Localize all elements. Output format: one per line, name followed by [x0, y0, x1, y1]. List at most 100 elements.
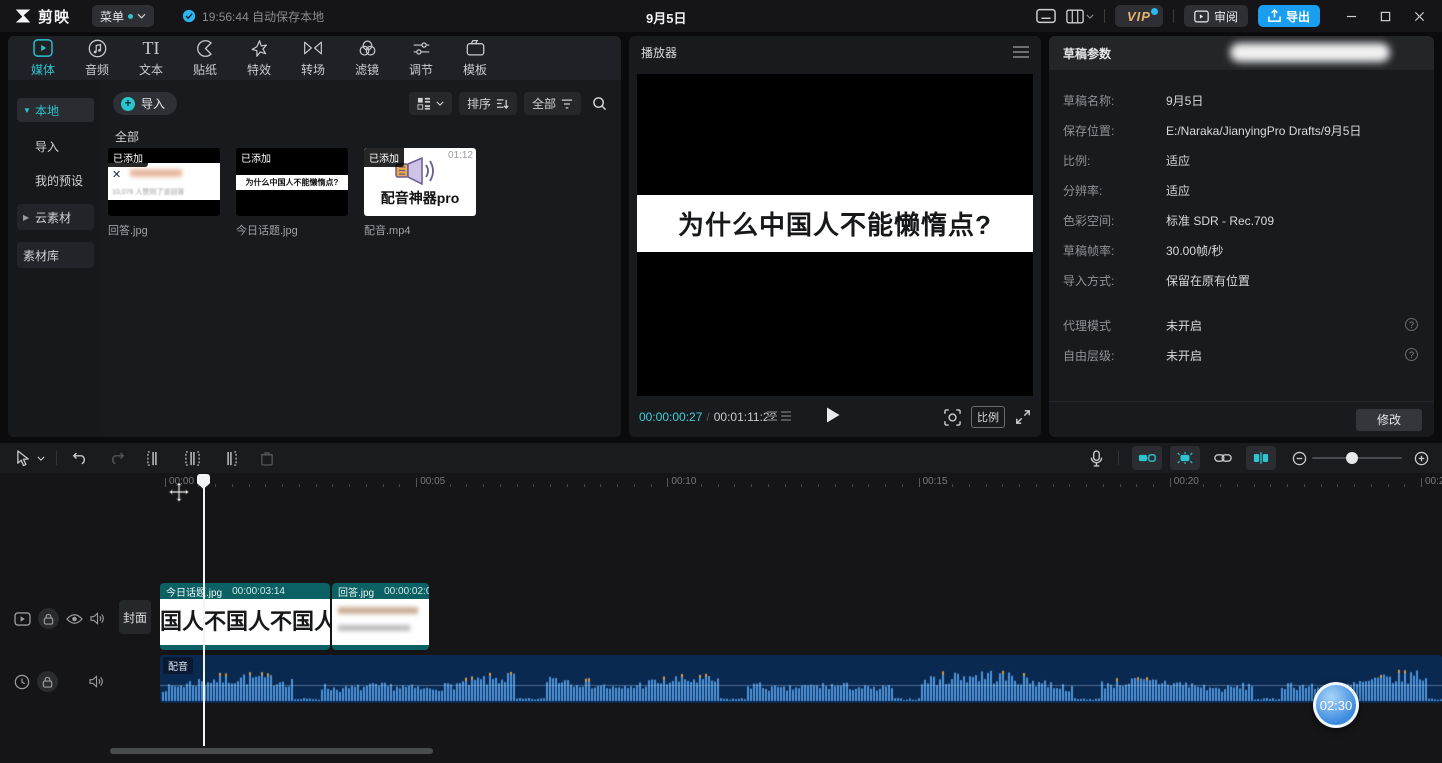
tab-filter[interactable]: 滤镜: [340, 36, 394, 80]
audio-waveform: [160, 655, 1442, 703]
import-button[interactable]: + 导入: [113, 92, 177, 115]
timeline-audio-clip[interactable]: 配音: [160, 655, 1442, 703]
caption-list-icon[interactable]: [767, 410, 791, 424]
media-thumbnail[interactable]: 已添加 为什么中国人不能懒惰点?: [236, 148, 348, 216]
video-preview[interactable]: 为什么中国人不能懒惰点?: [637, 74, 1033, 396]
timeline-clip-topic[interactable]: 今日话题.jpg 00:00:03:14 国人不国人不国人不国人不: [160, 583, 330, 650]
ruler-time-label: 00:15: [923, 476, 948, 487]
sidebar-item-library[interactable]: 素材库: [17, 242, 94, 268]
sticker-icon: [196, 38, 215, 58]
layout-switch-icon[interactable]: [1066, 9, 1094, 24]
auto-snap-button[interactable]: [1170, 446, 1200, 470]
ruler-minor-tick: [316, 484, 317, 487]
review-button[interactable]: 审阅: [1184, 5, 1248, 27]
frame-preview-icon[interactable]: [944, 409, 961, 426]
tab-transition[interactable]: 转场: [286, 36, 340, 80]
tab-audio[interactable]: 音频: [70, 36, 124, 80]
cover-button[interactable]: 封面: [119, 600, 151, 634]
chevron-down-icon: [137, 13, 146, 19]
playhead-line[interactable]: [203, 474, 205, 746]
menu-button[interactable]: 菜单: [92, 5, 154, 27]
delete-button[interactable]: [255, 446, 279, 470]
undo-button[interactable]: [68, 446, 92, 470]
timeline-section: 00:0000:0500:1000:1500:2000:25 封面 今日话题.j…: [0, 443, 1442, 763]
tab-sticker[interactable]: 贴纸: [178, 36, 232, 80]
fullscreen-icon[interactable]: [1015, 409, 1031, 425]
split-right-button[interactable]: [217, 446, 241, 470]
jianying-logo-icon: [14, 8, 32, 24]
added-badge: 已添加: [236, 148, 276, 167]
tab-text[interactable]: TI 文本: [124, 36, 178, 80]
ruler-minor-tick: [835, 484, 836, 487]
play-button[interactable]: [825, 406, 841, 424]
sidebar-item-cloud[interactable]: ▶ 云素材: [17, 204, 94, 230]
ruler-minor-tick: [533, 484, 534, 487]
mouse-move-cursor: [168, 481, 190, 503]
lock-track-icon[interactable]: [38, 608, 59, 629]
tab-adjust[interactable]: 调节: [394, 36, 448, 80]
modify-button[interactable]: 修改: [1356, 409, 1422, 431]
zoom-in-icon[interactable]: [1410, 446, 1432, 470]
timeline-ruler[interactable]: 00:0000:0500:1000:1500:2000:25: [0, 473, 1442, 493]
view-mode-button[interactable]: [409, 92, 452, 115]
filter-all-button[interactable]: 全部: [524, 92, 581, 115]
shortcut-keys-icon[interactable]: [1036, 8, 1056, 24]
ruler-minor-tick: [249, 484, 250, 487]
player-menu-icon[interactable]: [1013, 46, 1029, 58]
export-button[interactable]: 导出: [1258, 5, 1320, 27]
help-icon[interactable]: ?: [1405, 348, 1418, 361]
sidebar-item-presets[interactable]: 我的预设: [17, 168, 94, 192]
media-item-answer[interactable]: 已添加 ✕ 10,076 人赞同了该回答 回答.jpg: [108, 148, 220, 238]
timeline-horizontal-scrollbar[interactable]: [110, 748, 433, 754]
zoom-out-icon[interactable]: [1288, 446, 1310, 470]
tab-effects[interactable]: 特效: [232, 36, 286, 80]
template-icon: [466, 38, 485, 58]
tab-template[interactable]: 模板: [448, 36, 502, 80]
sort-button[interactable]: 排序: [459, 92, 517, 115]
preview-axis-button[interactable]: [1246, 446, 1276, 470]
select-tool-button[interactable]: [12, 446, 34, 470]
close-button[interactable]: [1404, 3, 1434, 29]
title-bar: 剪映 菜单 19:56:44 自动保存本地 9月5日 VIP: [0, 0, 1442, 32]
ruler-minor-tick: [1404, 484, 1405, 487]
maximize-button[interactable]: [1370, 3, 1400, 29]
record-voiceover-button[interactable]: [1084, 446, 1108, 470]
main-track-magnet-button[interactable]: [1132, 446, 1162, 470]
split-button[interactable]: [180, 446, 204, 470]
timeline-zoom-slider[interactable]: [1312, 457, 1402, 459]
check-circle-icon: [182, 9, 196, 23]
param-value: 未开启: [1166, 347, 1202, 364]
media-filename: 今日话题.jpg: [236, 222, 348, 238]
timeline-clip-answer[interactable]: 回答.jpg 00:00:02:00: [332, 583, 429, 650]
hide-track-icon[interactable]: [66, 613, 83, 625]
lock-track-icon[interactable]: [37, 671, 58, 692]
media-item-voiceover[interactable]: 配音神器pro 已添加 01:12 配音.mp4: [364, 148, 476, 238]
ruler-minor-tick: [232, 484, 233, 487]
sidebar-item-local[interactable]: ▼ 本地: [17, 98, 94, 122]
media-content: + 导入 排序 全部: [103, 80, 621, 437]
split-left-button[interactable]: [142, 446, 166, 470]
help-icon[interactable]: ?: [1405, 318, 1418, 331]
zoom-slider-handle[interactable]: [1346, 452, 1358, 464]
ruler-minor-tick: [952, 484, 953, 487]
mute-track-icon[interactable]: [89, 675, 104, 688]
param-label: 色彩空间:: [1063, 212, 1114, 229]
minimize-button[interactable]: [1336, 3, 1366, 29]
sidebar-item-import[interactable]: 导入: [17, 134, 94, 158]
link-button[interactable]: [1210, 446, 1236, 470]
mute-track-icon[interactable]: [90, 612, 105, 625]
triangle-right-icon: ▶: [23, 213, 31, 222]
select-tool-dropdown-icon[interactable]: [34, 446, 48, 470]
review-icon: [1194, 10, 1209, 23]
ratio-button[interactable]: 比例: [971, 406, 1005, 428]
redo-button[interactable]: [105, 446, 129, 470]
media-thumbnail[interactable]: 配音神器pro 已添加 01:12: [364, 148, 476, 216]
search-icon[interactable]: [588, 96, 611, 111]
tab-media[interactable]: 媒体: [16, 36, 70, 80]
ruler-minor-tick: [1237, 484, 1238, 487]
vip-button[interactable]: VIP: [1115, 5, 1163, 27]
ruler-minor-tick: [1371, 484, 1372, 487]
ruler-major-tick: [667, 478, 668, 487]
media-item-topic[interactable]: 已添加 为什么中国人不能懒惰点? 今日话题.jpg: [236, 148, 348, 238]
media-thumbnail[interactable]: 已添加 ✕ 10,076 人赞同了该回答: [108, 148, 220, 216]
